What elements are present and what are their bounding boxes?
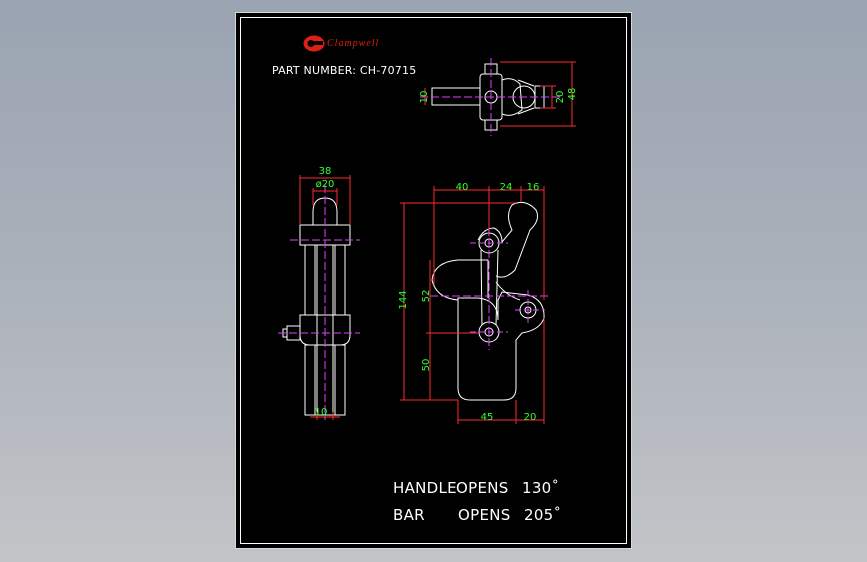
dim-side-38: 38 [319, 166, 332, 177]
note-bar-label: BAR [393, 506, 425, 524]
note-bar-angle: 205˚ [524, 506, 562, 524]
top-view-dim-text: 10 20 48 [419, 88, 578, 104]
dim-front-144: 144 [398, 290, 409, 309]
dim-top-48: 48 [567, 88, 578, 101]
dim-top-20: 20 [555, 91, 566, 104]
top-view-centerlines [420, 58, 560, 136]
cad-drawing: 10 20 48 38 ø20 10 40 24 16 144 52 50 45… [278, 58, 578, 424]
dim-front-40: 40 [456, 182, 469, 193]
top-view-dims [424, 61, 576, 127]
dim-front-16: 16 [527, 182, 540, 193]
dim-front-52: 52 [421, 290, 432, 303]
dim-front-45: 45 [481, 412, 494, 423]
dim-front-20: 20 [524, 412, 537, 423]
front-view [431, 201, 545, 401]
dim-side-10: 10 [315, 407, 328, 418]
brand-logo-text: Clampwell [327, 38, 380, 49]
dim-top-10: 10 [419, 91, 430, 104]
dim-front-24: 24 [500, 182, 513, 193]
note-bar-verb: OPENS [458, 506, 511, 524]
dim-front-50: 50 [421, 359, 432, 372]
side-view-centerlines [278, 185, 360, 420]
brand-logo-mark [303, 35, 325, 52]
front-view-dim-text: 40 24 16 144 52 50 45 20 [398, 182, 539, 423]
part-number: PART NUMBER: CH-70715 [272, 64, 417, 77]
side-view [282, 197, 351, 416]
dim-side-dia20: ø20 [316, 179, 335, 190]
note-handle-label: HANDLE [393, 479, 457, 497]
note-handle-angle: 130˚ [522, 479, 560, 497]
front-view-centerlines [430, 195, 550, 350]
note-handle-verb: OPENS [456, 479, 509, 497]
